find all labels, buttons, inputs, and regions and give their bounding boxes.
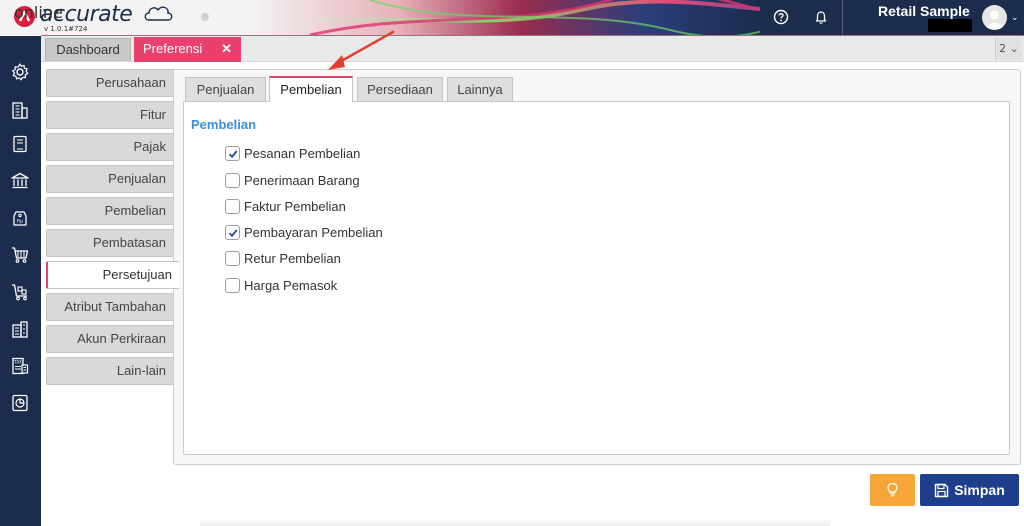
cart-icon[interactable] xyxy=(10,245,30,265)
tip-button[interactable] xyxy=(870,474,915,506)
tab-dashboard[interactable]: Dashboard xyxy=(45,38,131,61)
option-penerimaan-barang[interactable]: Penerimaan Barang xyxy=(225,171,360,189)
category-pajak[interactable]: Pajak xyxy=(46,133,174,161)
option-pesanan-pembelian[interactable]: Pesanan Pembelian xyxy=(225,144,360,162)
svg-text:Rp: Rp xyxy=(17,219,23,225)
category-akun-perkiraan[interactable]: Akun Perkiraan xyxy=(46,325,174,353)
cloud-icon xyxy=(144,6,173,21)
category-atribut-tambahan[interactable]: Atribut Tambahan xyxy=(46,293,174,321)
option-pembayaran-pembelian[interactable]: Pembayaran Pembelian xyxy=(225,223,383,241)
close-icon[interactable]: ✕ xyxy=(221,37,232,61)
option-label: Pesanan Pembelian xyxy=(244,145,361,161)
option-label: Penerimaan Barang xyxy=(244,172,360,188)
checkmark-icon xyxy=(228,149,238,158)
tab-preferences-label: Preferensi xyxy=(143,41,203,56)
avatar-icon xyxy=(986,10,1003,29)
checkbox-unchecked[interactable] xyxy=(225,172,240,188)
subtab-pembelian[interactable]: Pembelian xyxy=(269,76,353,102)
chart-building-icon[interactable] xyxy=(10,319,30,339)
category-perusahaan[interactable]: Perusahaan xyxy=(46,69,174,97)
gear-icon[interactable] xyxy=(10,62,30,82)
option-label: Pembayaran Pembelian xyxy=(244,224,383,240)
help-icon[interactable] xyxy=(772,8,790,26)
subtab-lainnya[interactable]: Lainnya xyxy=(447,77,513,101)
building-icon[interactable] xyxy=(10,100,30,120)
floppy-disk-icon xyxy=(935,483,949,497)
option-harga-pemasok[interactable]: Harga Pemasok xyxy=(225,276,337,294)
option-label: Faktur Pembelian xyxy=(244,198,346,214)
option-retur-pembelian[interactable]: Retur Pembelian xyxy=(225,249,341,267)
checkbox-checked[interactable] xyxy=(225,224,240,240)
version-label: v 1.0.1#724 xyxy=(44,25,88,33)
annotation-arrow-icon xyxy=(328,30,395,70)
chevron-down-icon[interactable]: ⌄ xyxy=(1011,13,1019,23)
redacted-user-name xyxy=(928,19,972,32)
checkbox-unchecked[interactable] xyxy=(225,198,240,214)
lightbulb-icon xyxy=(887,482,898,497)
option-label: Retur Pembelian xyxy=(244,250,341,266)
category-persetujuan[interactable]: Persetujuan xyxy=(46,261,179,289)
tab-preferences[interactable]: Preferensi ✕ xyxy=(134,37,241,62)
inventory-cart-icon[interactable] xyxy=(10,282,30,302)
subtab-persediaan[interactable]: Persediaan xyxy=(357,77,443,101)
report-icon[interactable] xyxy=(10,393,30,413)
category-pembatasan[interactable]: Pembatasan xyxy=(46,229,174,257)
bell-icon[interactable] xyxy=(812,8,830,26)
header-divider xyxy=(842,0,843,35)
status-dot xyxy=(201,13,209,21)
checkbox-unchecked[interactable] xyxy=(225,277,240,293)
tag-icon[interactable]: Rp xyxy=(10,208,30,228)
tax-document-icon[interactable]: TAX xyxy=(10,356,30,376)
company-name[interactable]: Retail Sample xyxy=(878,3,970,19)
tab-count-dropdown[interactable]: 2 ⌄ xyxy=(995,38,1022,60)
checkbox-unchecked[interactable] xyxy=(225,250,240,266)
category-lain-lain[interactable]: Lain-lain xyxy=(46,357,174,385)
option-label: Harga Pemasok xyxy=(244,277,338,293)
bank-icon[interactable] xyxy=(10,171,30,191)
book-icon[interactable] xyxy=(10,134,30,154)
subtab-penjualan[interactable]: Penjualan xyxy=(185,77,266,101)
category-fitur[interactable]: Fitur xyxy=(46,101,174,129)
svg-text:TAX: TAX xyxy=(13,360,22,365)
category-pembelian[interactable]: Pembelian xyxy=(46,197,174,225)
bottom-shadow xyxy=(200,518,830,526)
save-button-label: Simpan xyxy=(954,482,1005,498)
section-title: Pembelian xyxy=(191,117,257,132)
save-button[interactable]: Simpan xyxy=(920,474,1019,506)
option-faktur-pembelian[interactable]: Faktur Pembelian xyxy=(225,197,346,215)
category-penjualan[interactable]: Penjualan xyxy=(46,165,174,193)
avatar[interactable] xyxy=(982,5,1007,30)
checkmark-icon xyxy=(228,228,238,237)
checkbox-checked[interactable] xyxy=(225,145,240,161)
left-rail: Rp TAX xyxy=(0,36,41,526)
